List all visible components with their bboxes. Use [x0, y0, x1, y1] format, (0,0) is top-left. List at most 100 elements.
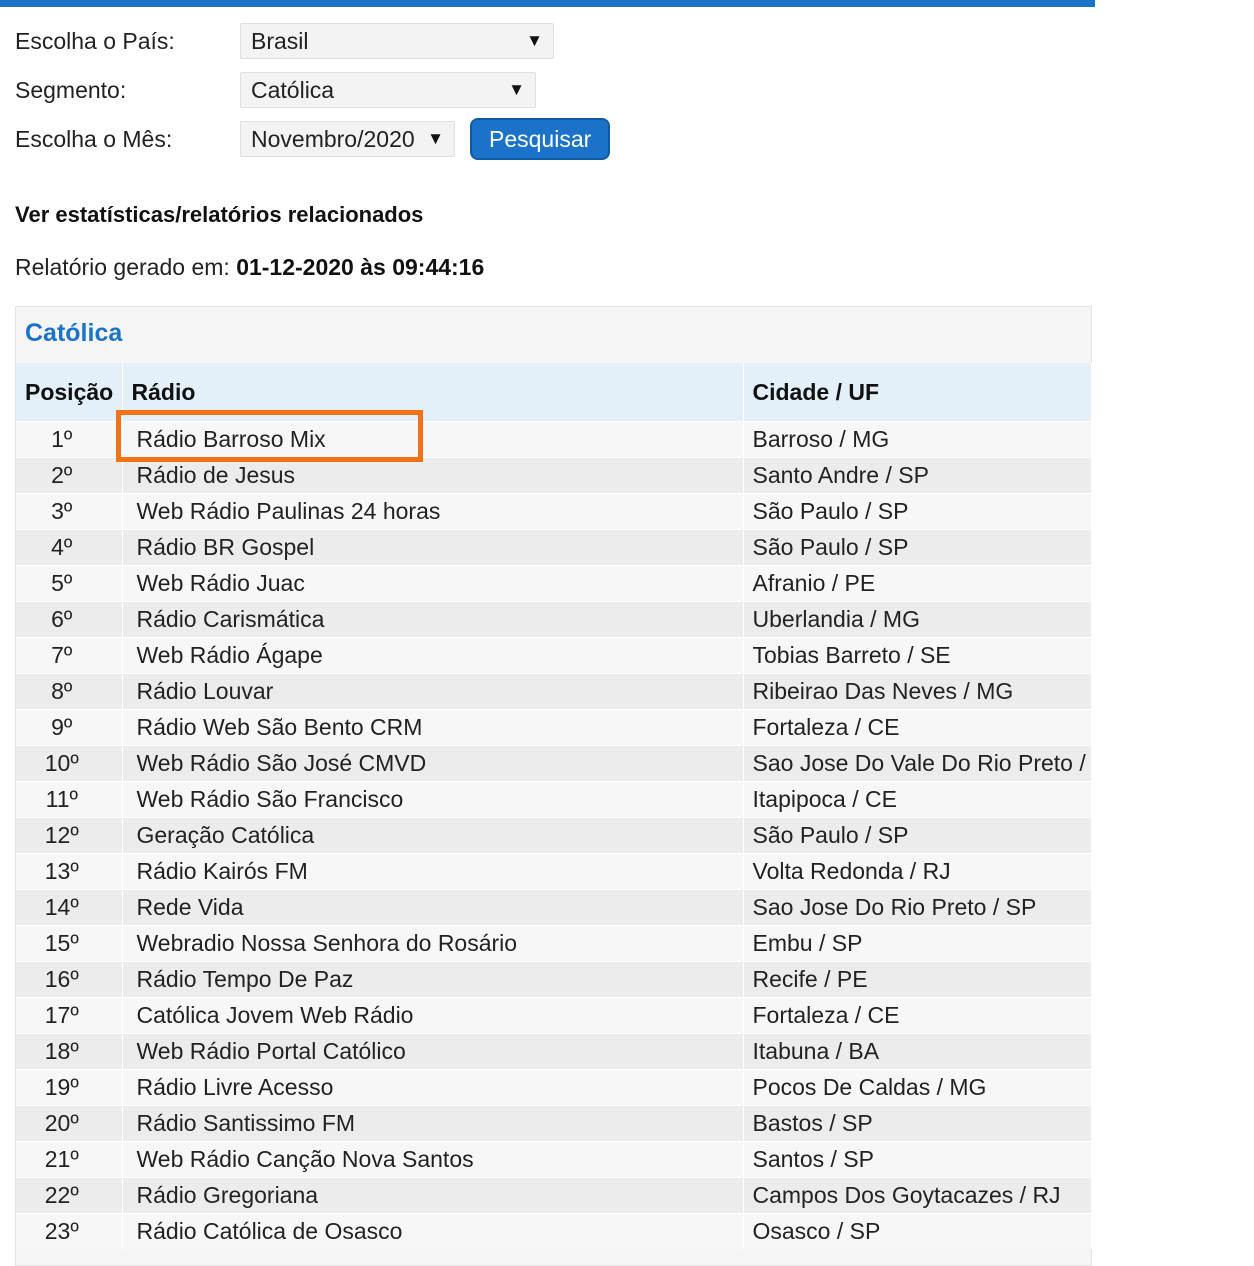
position-cell: 6º	[16, 601, 123, 638]
radio-name-cell: Web Rádio Juac	[122, 565, 744, 602]
radio-name-cell: Webradio Nossa Senhora do Rosário	[122, 925, 744, 962]
position-cell: 5º	[16, 565, 123, 602]
position-cell: 13º	[16, 853, 123, 890]
position-cell: 4º	[16, 529, 123, 566]
position-cell: 7º	[16, 637, 123, 674]
report-generated-line: Relatório gerado em: 01-12-2020 às 09:44…	[15, 254, 484, 281]
position-cell: 12º	[16, 817, 123, 854]
radio-name-cell: Rádio Livre Acesso	[122, 1069, 744, 1106]
month-row: Escolha o Mês: Novembro/2020 ▼ Pesquisar	[15, 118, 611, 160]
position-cell: 20º	[16, 1105, 123, 1142]
radio-name-cell: Rádio Barroso Mix	[122, 421, 744, 458]
position-cell: 18º	[16, 1033, 123, 1070]
related-reports-link[interactable]: Ver estatísticas/relatórios relacionados	[15, 202, 423, 228]
radio-name-cell: Rádio BR Gospel	[122, 529, 744, 566]
radio-name-cell: Rádio Kairós FM	[122, 853, 744, 890]
city-cell: Santo Andre / SP	[743, 457, 1092, 494]
table-row: 7º Web Rádio Ágape Tobias Barreto / SE	[16, 637, 1092, 674]
table-row: 15º Webradio Nossa Senhora do Rosário Embu…	[16, 925, 1092, 962]
country-label: Escolha o País:	[15, 27, 175, 54]
table-row: 22º Rádio Gregoriana Campos Dos Goytacazes…	[16, 1177, 1092, 1214]
radio-name-cell: Geração Católica	[122, 817, 744, 854]
segment-select[interactable]: Católica ▼	[240, 72, 536, 108]
radio-name-cell: Web Rádio Portal Católico	[122, 1033, 744, 1070]
panel-title: Católica	[25, 319, 123, 347]
segment-label: Segmento:	[15, 76, 127, 103]
dropdown-arrow-icon: ▼	[427, 129, 444, 148]
table-row: 11º Web Rádio São Francisco Itapipoca / CE	[16, 781, 1092, 818]
table-row: 16º Rádio Tempo De Paz Recife / PE	[16, 961, 1092, 998]
city-cell: Osasco / SP	[743, 1213, 1092, 1249]
table-row: 4º Rádio BR Gospel São Paulo / SP	[16, 529, 1092, 566]
city-cell: Fortaleza / CE	[743, 997, 1092, 1034]
column-header-city: Cidade / UF	[743, 363, 1092, 422]
column-header-radio: Rádio	[122, 363, 744, 422]
table-row: 17º Católica Jovem Web Rádio Fortaleza / C…	[16, 997, 1092, 1034]
city-cell: Embu / SP	[743, 925, 1092, 962]
city-cell: Afranio / PE	[743, 565, 1092, 602]
radio-name-cell: Rádio Católica de Osasco	[122, 1213, 744, 1249]
radio-name-cell: Web Rádio Paulinas 24 horas	[122, 493, 744, 530]
position-cell: 19º	[16, 1069, 123, 1106]
dropdown-arrow-icon: ▼	[526, 31, 543, 50]
city-cell: Sao Jose Do Rio Preto / SP	[743, 889, 1092, 926]
radio-name-cell: Rede Vida	[122, 889, 744, 926]
month-select[interactable]: Novembro/2020 ▼	[240, 121, 455, 157]
table-row: 6º Rádio Carismática Uberlandia / MG	[16, 601, 1092, 638]
position-cell: 3º	[16, 493, 123, 530]
table-row: 1º Rádio Barroso Mix Barroso / MG	[16, 421, 1092, 458]
city-cell: Ribeirao Das Neves / MG	[743, 673, 1092, 710]
city-cell: Itapipoca / CE	[743, 781, 1092, 818]
city-cell: Fortaleza / CE	[743, 709, 1092, 746]
city-cell: São Paulo / SP	[743, 529, 1092, 566]
dropdown-arrow-icon: ▼	[508, 80, 525, 99]
radio-name-cell: Rádio Santissimo FM	[122, 1105, 744, 1142]
position-cell: 16º	[16, 961, 123, 998]
radio-name-cell: Rádio Louvar	[122, 673, 744, 710]
radio-name-cell: Web Rádio São Francisco	[122, 781, 744, 818]
table-row: 20º Rádio Santissimo FM Bastos / SP	[16, 1105, 1092, 1142]
table-row: 18º Web Rádio Portal Católico Itabuna / BA	[16, 1033, 1092, 1070]
position-cell: 23º	[16, 1213, 123, 1249]
table-row: 21º Web Rádio Canção Nova Santos Santos / …	[16, 1141, 1092, 1178]
segment-select-value: Católica	[251, 76, 335, 103]
radio-name-cell: Rádio Tempo De Paz	[122, 961, 744, 998]
table-row: 14º Rede Vida Sao Jose Do Rio Preto / SP	[16, 889, 1092, 926]
table-row: 9º Rádio Web São Bento CRM Fortaleza / CE	[16, 709, 1092, 746]
position-cell: 8º	[16, 673, 123, 710]
table-row: 13º Rádio Kairós FM Volta Redonda / RJ	[16, 853, 1092, 890]
top-accent-bar	[0, 0, 1095, 7]
radio-name-cell: Rádio Web São Bento CRM	[122, 709, 744, 746]
position-cell: 21º	[16, 1141, 123, 1178]
city-cell: Tobias Barreto / SE	[743, 637, 1092, 674]
position-cell: 10º	[16, 745, 123, 782]
radio-name-cell: Católica Jovem Web Rádio	[122, 997, 744, 1034]
country-row: Escolha o País: Brasil ▼	[15, 22, 554, 60]
position-cell: 2º	[16, 457, 123, 494]
table-row: 3º Web Rádio Paulinas 24 horas São Paulo /…	[16, 493, 1092, 530]
position-cell: 1º	[16, 421, 123, 458]
generated-timestamp: 01-12-2020 às 09:44:16	[236, 254, 485, 280]
city-cell: São Paulo / SP	[743, 493, 1092, 530]
city-cell: Campos Dos Goytacazes / RJ	[743, 1177, 1092, 1214]
table-row: 10º Web Rádio São José CMVD Sao Jose Do Va…	[16, 745, 1092, 782]
city-cell: Sao Jose Do Vale Do Rio Preto /	[743, 745, 1092, 782]
city-cell: Bastos / SP	[743, 1105, 1092, 1142]
table-row: 2º Rádio de Jesus Santo Andre / SP	[16, 457, 1092, 494]
table-row: 23º Rádio Católica de Osasco Osasco / SP	[16, 1213, 1092, 1249]
search-button[interactable]: Pesquisar	[470, 118, 611, 160]
ranking-panel: Católica Posição Rádio Cidade / UF 1º Rád…	[15, 306, 1092, 1266]
table-row: 12º Geração Católica São Paulo / SP	[16, 817, 1092, 854]
city-cell: Itabuna / BA	[743, 1033, 1092, 1070]
country-select[interactable]: Brasil ▼	[240, 23, 554, 59]
ranking-table: Posição Rádio Cidade / UF 1º Rádio Barros…	[16, 363, 1092, 1249]
city-cell: Santos / SP	[743, 1141, 1092, 1178]
country-select-value: Brasil	[251, 27, 309, 54]
radio-name-cell: Rádio Gregoriana	[122, 1177, 744, 1214]
table-row: 19º Rádio Livre Acesso Pocos De Caldas / M…	[16, 1069, 1092, 1106]
city-cell: Volta Redonda / RJ	[743, 853, 1092, 890]
city-cell: Barroso / MG	[743, 421, 1092, 458]
position-cell: 15º	[16, 925, 123, 962]
city-cell: Recife / PE	[743, 961, 1092, 998]
position-cell: 17º	[16, 997, 123, 1034]
